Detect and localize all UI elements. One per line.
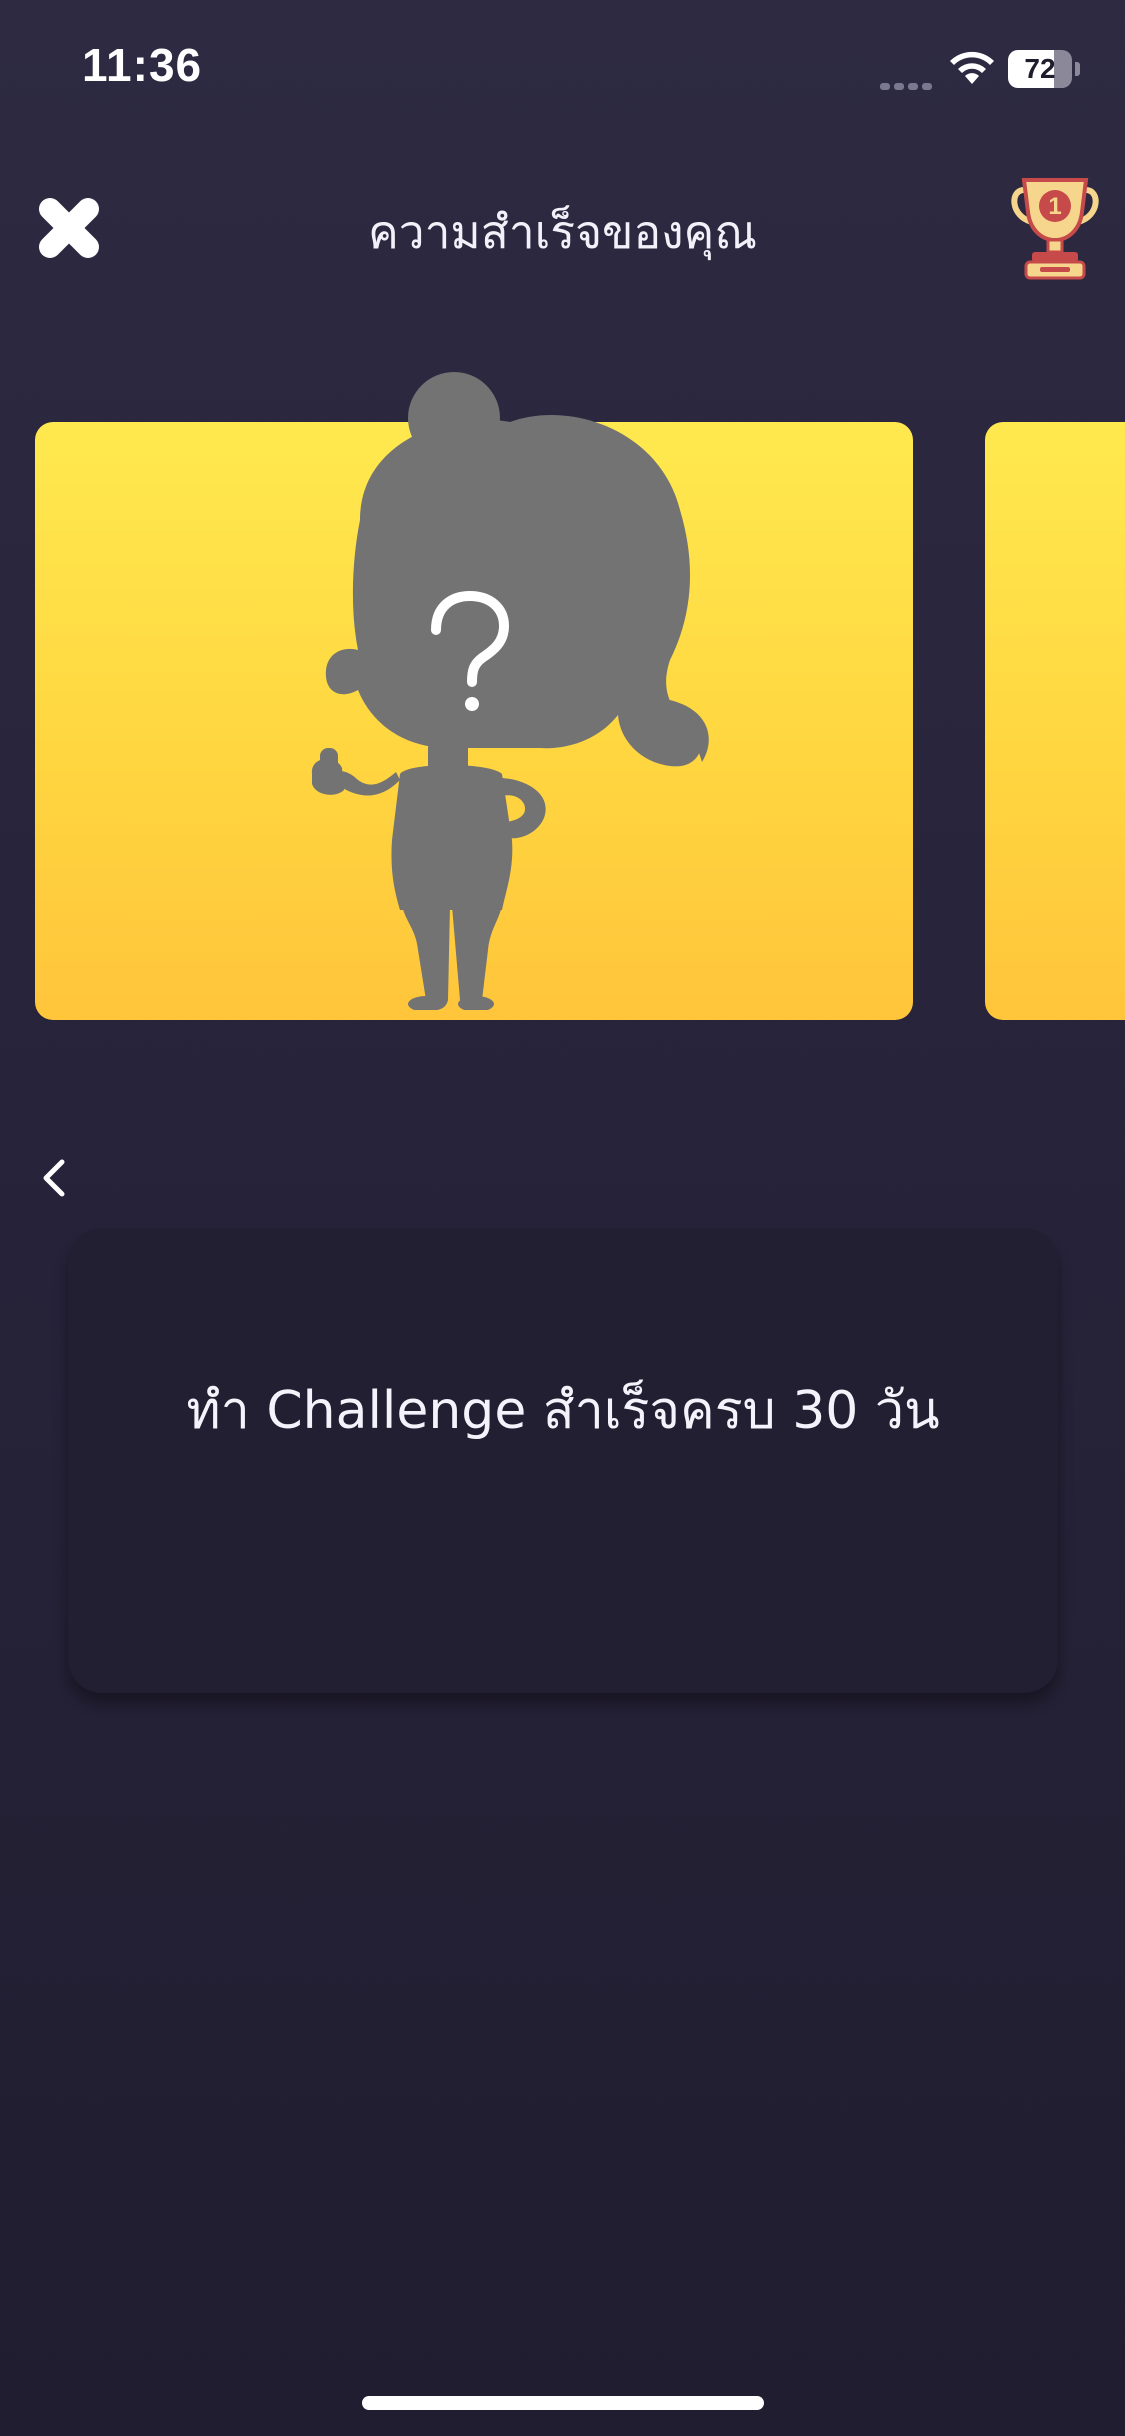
wifi-icon (950, 51, 994, 84)
close-x-icon (39, 198, 99, 258)
home-indicator[interactable] (362, 2396, 764, 2410)
status-bar: 11:36 72 (0, 0, 1125, 140)
trophy-rank: 1 (1048, 193, 1062, 220)
achievement-description: ทำ Challenge สำเร็จครบ 30 วัน (186, 1381, 940, 1441)
achievement-description-panel: ทำ Challenge สำเร็จครบ 30 วัน (68, 1228, 1058, 1693)
previous-button[interactable] (30, 1150, 80, 1206)
status-time: 11:36 (82, 39, 203, 91)
cellular-signal-icon (880, 75, 936, 90)
trophy-button[interactable]: 1 (1010, 172, 1100, 284)
chevron-left-icon (43, 1159, 65, 1197)
trophy-icon (1011, 178, 1099, 280)
achievement-card-next[interactable] (985, 422, 1125, 1020)
battery-icon: 72 (1008, 50, 1080, 88)
battery-level: 72 (1024, 53, 1056, 84)
mystery-character-silhouette-icon (311, 372, 709, 1010)
close-button[interactable] (36, 195, 102, 261)
page-title: ความสำเร็จของคุณ (367, 205, 758, 259)
